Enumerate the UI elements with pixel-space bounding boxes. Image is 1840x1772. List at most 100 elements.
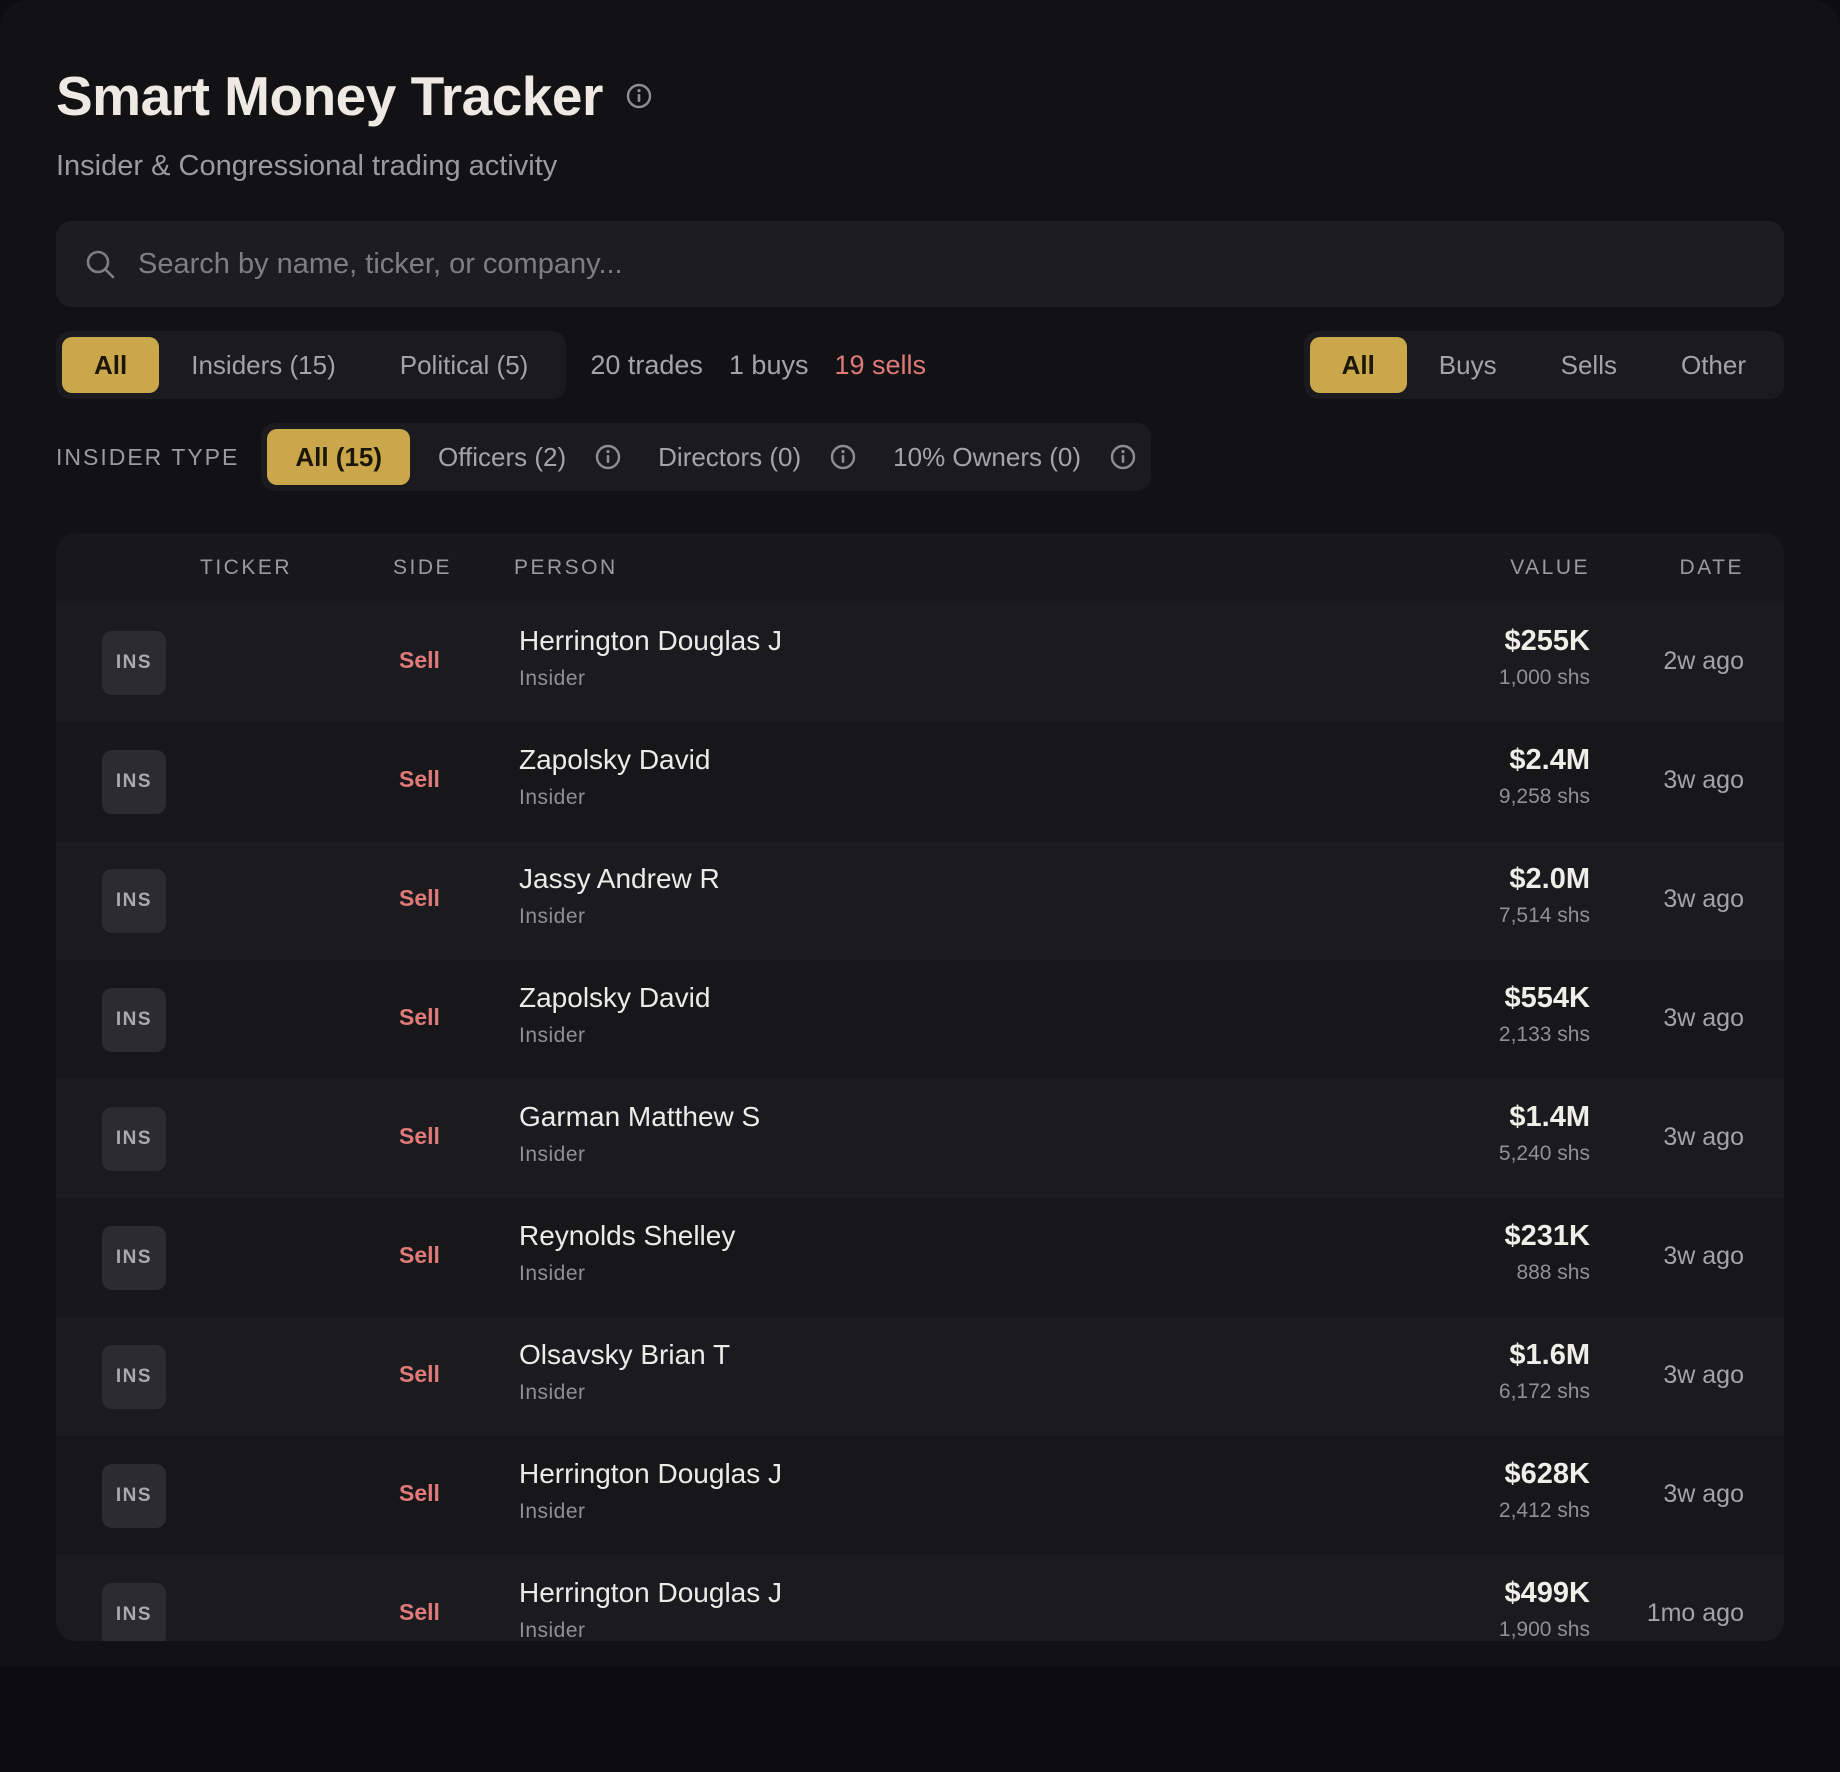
table-row[interactable]: INS Sell Zapolsky David Insider $554K 2,133 s… — [56, 960, 1784, 1079]
trade-value: $1.6M — [1509, 1339, 1590, 1371]
trades-table: TICKER SIDE PERSON VALUE DATE INS Sell Her… — [56, 533, 1784, 1641]
officers-info-icon[interactable] — [594, 443, 622, 471]
search-input[interactable] — [138, 221, 1784, 307]
trade-shares: 5,240 shs — [1498, 1142, 1590, 1165]
person-role: Insider — [519, 667, 586, 690]
value-cell: $2.4M 9,258 shs — [1499, 744, 1590, 809]
person-role: Insider — [519, 1024, 586, 1047]
trade-side: Sell — [399, 885, 440, 911]
trade-shares: 1,900 shs — [1498, 1618, 1590, 1641]
page-title: Smart Money Tracker — [56, 65, 603, 127]
column-person[interactable]: PERSON — [514, 556, 618, 580]
trade-side: Sell — [399, 1480, 440, 1506]
person-name[interactable]: Herrington Douglas J — [519, 625, 782, 657]
column-ticker[interactable]: TICKER — [200, 556, 292, 580]
filter-row: All Insiders (15) Political (5) 20 trade… — [56, 331, 1784, 399]
owners-info-icon[interactable] — [1109, 443, 1137, 471]
source-badge: INS — [102, 631, 166, 695]
table-header: TICKER SIDE PERSON VALUE DATE — [56, 533, 1784, 603]
tab-all-sources[interactable]: All — [62, 337, 160, 393]
person-cell: Zapolsky David Insider — [519, 744, 710, 810]
source-badge: INS — [102, 1583, 166, 1641]
person-cell: Reynolds Shelley Insider — [519, 1220, 735, 1286]
tab-directors[interactable]: Directors (0) — [630, 429, 829, 485]
trade-shares: 9,258 shs — [1498, 785, 1590, 808]
tab-political[interactable]: Political (5) — [368, 337, 561, 393]
table-row[interactable]: INS Sell Herrington Douglas J Insider $255K 1… — [56, 603, 1784, 722]
person-cell: Garman Matthew S Insider — [519, 1101, 760, 1167]
source-badge: INS — [102, 1226, 166, 1290]
trade-shares: 2,133 shs — [1498, 1023, 1590, 1046]
trade-date: 3w ago — [1663, 885, 1744, 913]
value-cell: $231K 888 shs — [1505, 1220, 1590, 1285]
trade-side: Sell — [399, 1123, 440, 1149]
trade-value: $231K — [1504, 1220, 1590, 1252]
title-row: Smart Money Tracker — [56, 48, 1784, 144]
insider-type-filter: All (15) Officers (2) Directors (0) 10% … — [261, 423, 1151, 491]
tab-buys[interactable]: Buys — [1407, 337, 1529, 393]
tab-other[interactable]: Other — [1649, 337, 1778, 393]
search-bar[interactable] — [56, 221, 1784, 307]
table-row[interactable]: INS Sell Reynolds Shelley Insider $231K 888 s… — [56, 1198, 1784, 1317]
trade-shares: 7,514 shs — [1498, 904, 1590, 927]
value-cell: $1.4M 5,240 shs — [1499, 1101, 1590, 1166]
person-name[interactable]: Zapolsky David — [519, 744, 710, 776]
person-cell: Zapolsky David Insider — [519, 982, 710, 1048]
tab-insiders[interactable]: Insiders (15) — [159, 337, 368, 393]
tab-ten-percent-owners[interactable]: 10% Owners (0) — [865, 429, 1109, 485]
person-name[interactable]: Reynolds Shelley — [519, 1220, 735, 1252]
table-row[interactable]: INS Sell Garman Matthew S Insider $1.4M 5,240… — [56, 1079, 1784, 1198]
tab-sells[interactable]: Sells — [1529, 337, 1649, 393]
table-row[interactable]: INS Sell Herrington Douglas J Insider $628K 2… — [56, 1436, 1784, 1555]
insider-type-row: INSIDER TYPE All (15) Officers (2) Direc… — [56, 423, 1784, 491]
trade-value: $499K — [1504, 1577, 1590, 1609]
directors-info-icon[interactable] — [829, 443, 857, 471]
table-row[interactable]: INS Sell Olsavsky Brian T Insider $1.6M 6,172… — [56, 1317, 1784, 1436]
source-filter: All Insiders (15) Political (5) — [56, 331, 567, 399]
source-badge: INS — [102, 869, 166, 933]
table-row[interactable]: INS Sell Jassy Andrew R Insider $2.0M 7,514 s… — [56, 841, 1784, 960]
trade-date: 3w ago — [1663, 1480, 1744, 1508]
value-cell: $554K 2,133 shs — [1499, 982, 1590, 1047]
trade-side: Sell — [399, 1599, 440, 1625]
tab-officers[interactable]: Officers (2) — [410, 429, 594, 485]
trade-shares: 6,172 shs — [1498, 1380, 1590, 1403]
trade-shares: 2,412 shs — [1498, 1499, 1590, 1522]
trade-shares: 1,000 shs — [1498, 666, 1590, 689]
person-role: Insider — [519, 1143, 586, 1166]
person-name[interactable]: Zapolsky David — [519, 982, 710, 1014]
info-icon[interactable] — [625, 82, 653, 110]
column-value[interactable]: VALUE — [1510, 556, 1590, 580]
side-filter: All Buys Sells Other — [1303, 331, 1784, 399]
trade-value: $255K — [1504, 625, 1590, 657]
source-badge: INS — [102, 1107, 166, 1171]
person-name[interactable]: Herrington Douglas J — [519, 1577, 782, 1609]
source-badge: INS — [102, 1345, 166, 1409]
table-body: INS Sell Herrington Douglas J Insider $255K 1… — [56, 603, 1784, 1641]
trade-date: 3w ago — [1663, 1004, 1744, 1032]
trade-date: 3w ago — [1663, 766, 1744, 794]
value-cell: $628K 2,412 shs — [1499, 1458, 1590, 1523]
trade-side: Sell — [399, 1004, 440, 1030]
trade-value: $2.4M — [1509, 744, 1590, 776]
person-name[interactable]: Jassy Andrew R — [519, 863, 720, 895]
person-cell: Herrington Douglas J Insider — [519, 625, 782, 691]
person-cell: Jassy Andrew R Insider — [519, 863, 720, 929]
tab-all-types[interactable]: All (15) — [267, 429, 411, 485]
sells-count: 19 sells — [834, 349, 927, 380]
trade-value: $628K — [1504, 1458, 1590, 1490]
trade-date: 3w ago — [1663, 1123, 1744, 1151]
trade-date: 3w ago — [1663, 1361, 1744, 1389]
table-row[interactable]: INS Sell Zapolsky David Insider $2.4M 9,258 s… — [56, 722, 1784, 841]
person-name[interactable]: Olsavsky Brian T — [519, 1339, 730, 1371]
person-name[interactable]: Garman Matthew S — [519, 1101, 760, 1133]
person-name[interactable]: Herrington Douglas J — [519, 1458, 782, 1490]
tab-all-sides[interactable]: All — [1309, 337, 1407, 393]
search-icon — [84, 248, 116, 280]
column-date[interactable]: DATE — [1680, 556, 1744, 580]
table-row[interactable]: INS Sell Herrington Douglas J Insider $499K 1… — [56, 1555, 1784, 1641]
value-cell: $499K 1,900 shs — [1499, 1577, 1590, 1641]
person-cell: Olsavsky Brian T Insider — [519, 1339, 730, 1405]
column-side[interactable]: SIDE — [393, 556, 452, 580]
person-cell: Herrington Douglas J Insider — [519, 1577, 782, 1641]
